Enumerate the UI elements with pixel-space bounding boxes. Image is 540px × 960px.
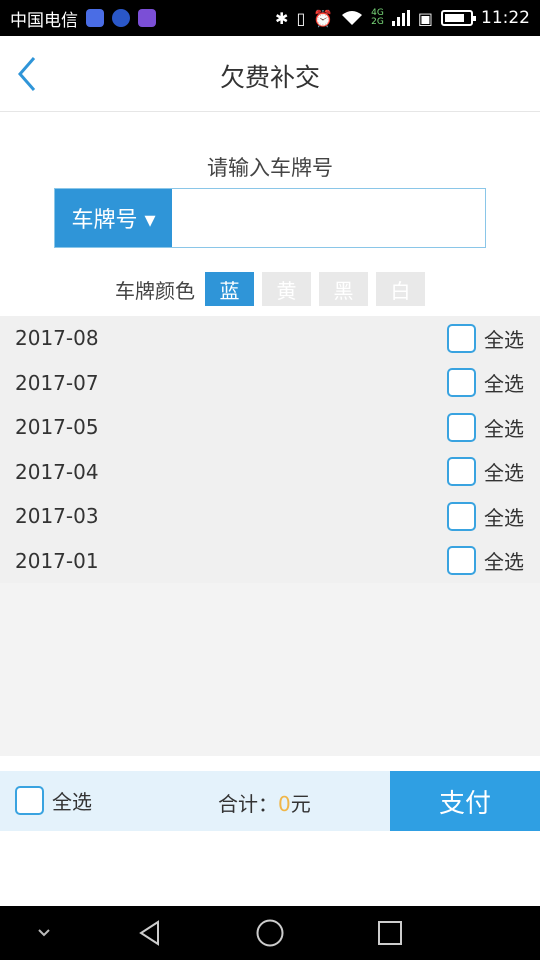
recents-square-icon [378,921,402,945]
color-option-black[interactable]: 黑 [319,272,368,306]
total-unit: 元 [290,792,311,816]
checkbox[interactable] [447,412,476,442]
shield-app-icon [86,9,104,27]
month-select-all[interactable]: 全选 [447,546,524,576]
carrier-name: 中国电信 [10,10,78,31]
select-all-label: 全选 [484,505,524,530]
list-item: 2017-01 全选 [0,539,540,584]
checkbox[interactable] [15,786,44,815]
month-list: 2017-08 全选 2017-07 全选 2017-05 全选 2017-04 [0,316,540,756]
back-triangle-icon [139,920,159,946]
collapse-icon [38,929,50,937]
battery-icon [441,10,476,26]
select-all-toggle[interactable]: 全选 [15,786,92,815]
month-label: 2017-03 [15,504,99,529]
month-label: 2017-04 [15,459,99,484]
vibrate-icon: ▯ [296,8,306,28]
checkbox[interactable] [447,368,476,398]
wifi-icon [342,11,363,25]
sim-icon: ▣ [417,8,433,28]
month-select-all[interactable]: 全选 [447,501,524,531]
system-nav-bar [0,906,540,960]
color-option-yellow[interactable]: 黄 [262,272,311,306]
checkout-bar: 全选 合计：0元 支付 [0,771,540,831]
checkbox[interactable] [447,501,476,531]
plate-number-input[interactable] [172,189,485,247]
home-circle-icon [256,919,284,947]
list-item: 2017-08 全选 [0,316,540,361]
browser-app-icon [112,9,130,27]
plate-color-selector: 车牌颜色 蓝 黄 黑 白 [0,272,540,306]
nav-back-button[interactable] [120,906,180,960]
app-header: 欠费补交 [0,36,540,112]
select-all-label: 全选 [484,461,524,486]
select-all-label: 全选 [52,790,92,814]
select-all-label: 全选 [484,372,524,397]
gallery-app-icon [138,9,156,27]
plate-input-group: 车牌号 ▾ [54,188,486,248]
page-title: 欠费补交 [219,63,320,92]
status-bar: 中国电信 ✱ ▯ ⏰ 4G 2G ▣ 11:22 [0,0,540,36]
total-label: 合计： [218,792,278,816]
list-item: 2017-04 全选 [0,450,540,495]
month-label: 2017-07 [15,370,99,395]
month-label: 2017-05 [15,415,99,440]
alarm-icon: ⏰ [313,8,334,28]
month-select-all[interactable]: 全选 [447,323,524,353]
month-label: 2017-01 [15,548,99,573]
nav-home-button[interactable] [240,906,300,960]
list-item: 2017-03 全选 [0,494,540,539]
nav-recents-button[interactable] [360,906,420,960]
checkbox[interactable] [447,457,476,487]
month-label: 2017-08 [15,326,99,351]
checkbox[interactable] [447,323,476,353]
month-select-all[interactable]: 全选 [447,368,524,398]
select-all-label: 全选 [484,550,524,575]
select-all-label: 全选 [484,327,524,352]
plate-type-dropdown[interactable]: 车牌号 ▾ [55,189,172,247]
color-option-white[interactable]: 白 [376,272,425,306]
plate-color-label: 车牌颜色 [115,278,195,303]
signal-strength-icon [391,10,410,26]
pay-button[interactable]: 支付 [390,771,540,831]
month-select-all[interactable]: 全选 [447,412,524,442]
total-amount: 合计：0元 [218,788,311,817]
month-select-all[interactable]: 全选 [447,457,524,487]
list-item: 2017-05 全选 [0,405,540,450]
bluetooth-icon: ✱ [275,8,289,28]
total-value: 0 [278,792,291,816]
network-type-indicator: 4G 2G [371,8,384,27]
select-all-label: 全选 [484,416,524,441]
color-option-blue[interactable]: 蓝 [205,272,254,306]
collapse-button[interactable] [14,906,74,960]
plate-prompt: 请输入车牌号 [207,156,333,180]
status-time: 11:22 [481,8,530,28]
list-item: 2017-07 全选 [0,361,540,406]
checkbox[interactable] [447,546,476,576]
